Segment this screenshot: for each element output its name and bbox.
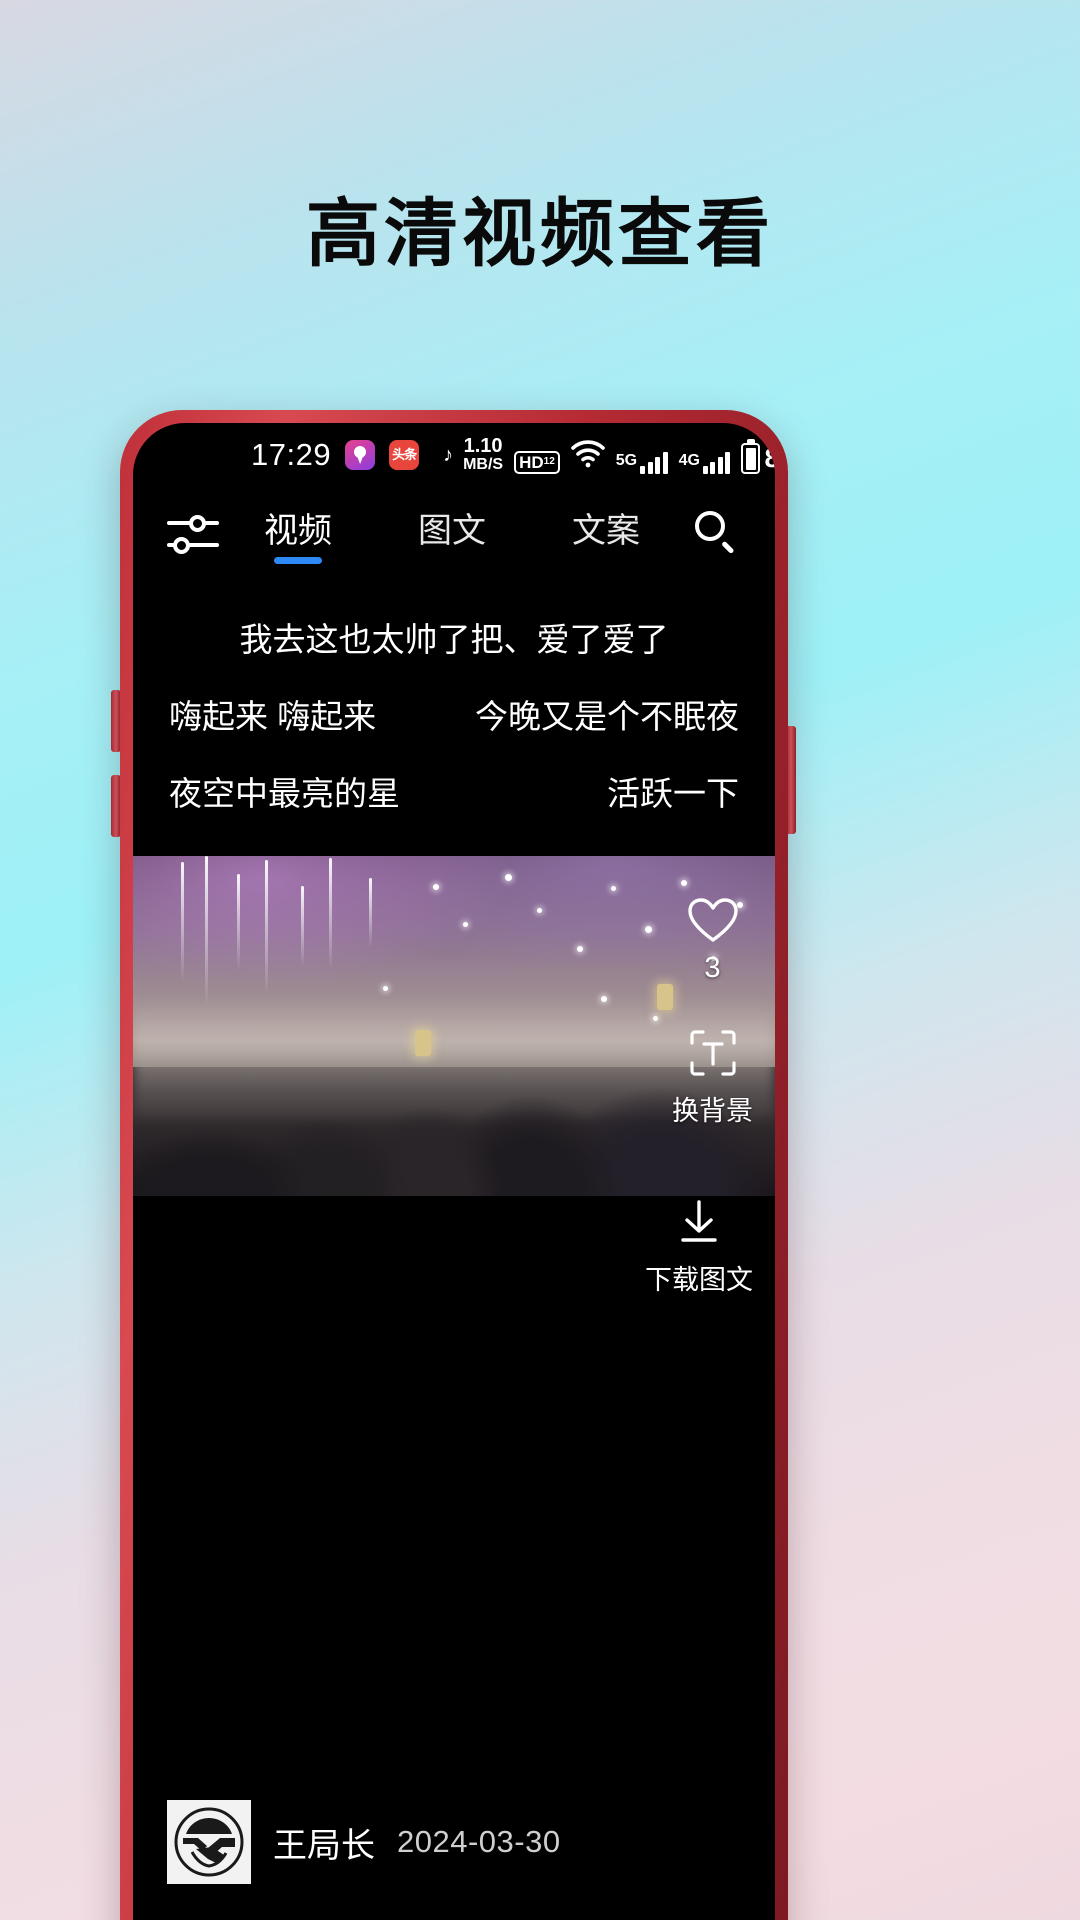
download-icon[interactable]	[673, 1196, 725, 1248]
heart-icon[interactable]	[687, 896, 739, 944]
author-name[interactable]: 王局长	[273, 1818, 375, 1867]
caption-line-2-right[interactable]: 今晚又是个不眠夜	[475, 678, 739, 755]
text-frame-icon[interactable]	[687, 1027, 739, 1079]
video-action-bar: 3 换背景	[672, 896, 753, 1128]
handshake-avatar-icon	[174, 1807, 244, 1877]
signal-5g-label: 5G	[615, 451, 638, 469]
tab-list: 视频 图文 文案	[221, 503, 683, 564]
status-bar-right: 1.10 MB/S HD 1 2 5G 4G 8	[463, 436, 775, 474]
app-tab-bar: 视频 图文 文案	[133, 487, 775, 579]
status-time: 17:29	[251, 437, 332, 472]
signal-4g-bars	[702, 451, 731, 474]
video-player[interactable]: 3 换背景	[133, 856, 775, 1196]
download-label: 下载图文	[645, 1265, 753, 1295]
caption-line-1[interactable]: 我去这也太帅了把、爱了爱了	[240, 601, 669, 678]
sliders-icon[interactable]	[167, 511, 221, 555]
hd-voice-icon: HD 1 2	[514, 450, 560, 474]
search-icon[interactable]	[693, 509, 741, 557]
like-count: 3	[704, 952, 721, 984]
avatar[interactable]	[167, 1800, 251, 1884]
caption-row-3: 夜空中最亮的星 活跃一下	[133, 755, 775, 832]
tiktok-app-icon: ♪	[433, 440, 464, 470]
battery-indicator: 81%	[741, 438, 775, 474]
signal-4g-label: 4G	[678, 451, 700, 469]
change-background-action[interactable]: 换背景	[672, 1027, 753, 1128]
phone-mockup: 17:29 头条 ♪ 1.10 MB/S HD 1 2 5G 4G 8 视频 图…	[120, 410, 788, 1920]
caption-block: 我去这也太帅了把、爱了爱了 嗨起来 嗨起来 今晚又是个不眠夜 夜空中最亮的星 活…	[133, 579, 775, 832]
page-title: 高清视频查看	[306, 191, 774, 277]
caption-line-3-right[interactable]: 活跃一下	[607, 755, 739, 832]
phone-screen: 17:29 头条 ♪ 1.10 MB/S HD 1 2 5G 4G 8 视频 图…	[133, 423, 775, 1920]
tab-image-text[interactable]: 图文	[418, 503, 486, 564]
tab-video[interactable]: 视频	[264, 503, 332, 564]
wifi-icon	[570, 439, 605, 474]
tab-copywriting[interactable]: 文案	[572, 503, 640, 564]
caption-line-3-left[interactable]: 夜空中最亮的星	[169, 755, 400, 832]
signal-4g-icon: 4G	[678, 451, 731, 474]
status-bar-left: 17:29 头条 ♪	[251, 437, 464, 473]
status-bar: 17:29 头条 ♪ 1.10 MB/S HD 1 2 5G 4G 8	[133, 423, 775, 487]
caption-row-1: 我去这也太帅了把、爱了爱了	[133, 601, 775, 678]
battery-icon	[741, 438, 761, 474]
signal-5g-bars	[640, 451, 668, 474]
battery-percent: 81%	[764, 442, 775, 473]
caption-line-2-left[interactable]: 嗨起来 嗨起来	[169, 678, 376, 755]
map-app-icon	[345, 440, 376, 470]
caption-row-2: 嗨起来 嗨起来 今晚又是个不眠夜	[133, 678, 775, 755]
post-date: 2024-03-30	[397, 1824, 561, 1859]
download-action[interactable]: 下载图文	[645, 1196, 753, 1297]
network-speed-value: 1.10	[463, 435, 503, 458]
post-author-row[interactable]: 王局长 2024-03-30	[167, 1800, 561, 1884]
change-background-label: 换背景	[672, 1096, 753, 1126]
network-speed-indicator: 1.10 MB/S	[463, 436, 503, 474]
signal-5g-icon: 5G	[615, 451, 668, 474]
below-video-area: 下载图文	[133, 1196, 775, 1346]
toutiao-app-icon: 头条	[389, 440, 420, 470]
network-speed-unit: MB/S	[463, 456, 504, 474]
like-action[interactable]: 3	[687, 896, 739, 985]
